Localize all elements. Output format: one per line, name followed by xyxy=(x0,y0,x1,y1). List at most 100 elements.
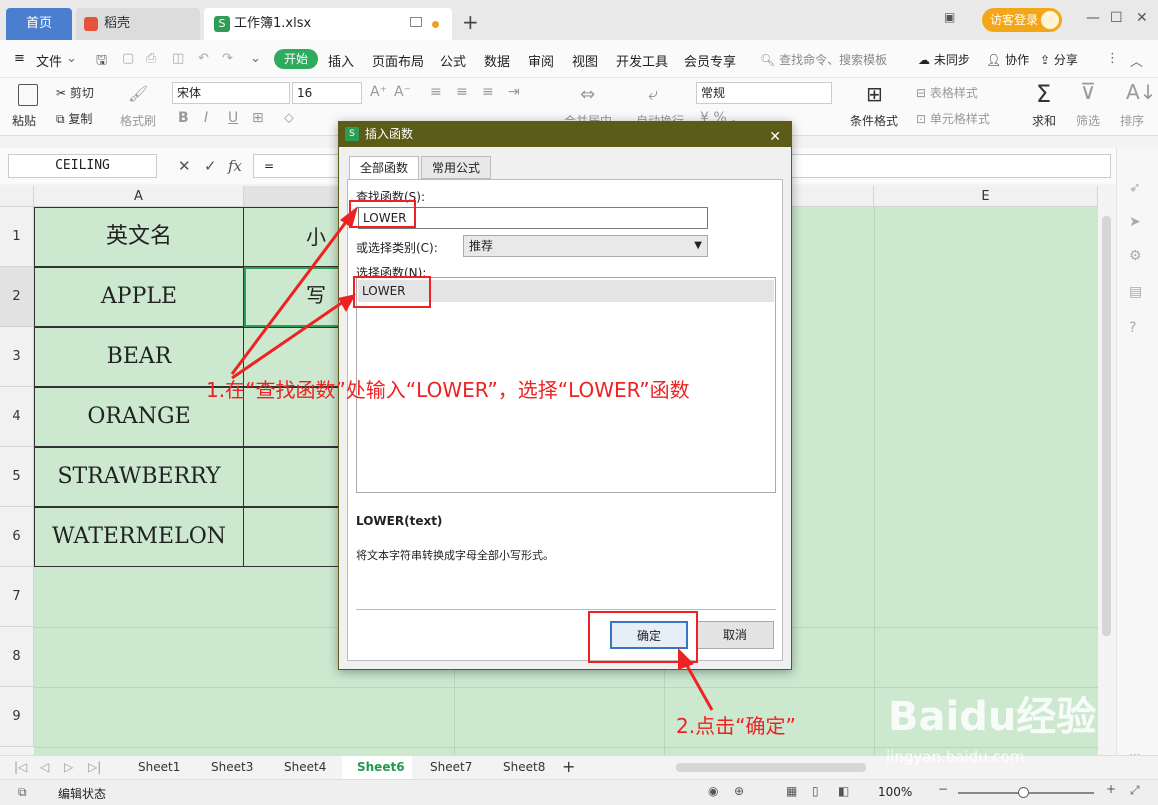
row-header-4[interactable]: 4 xyxy=(0,387,34,447)
menu-data[interactable]: 数据 xyxy=(484,51,510,70)
collapse-ribbon-icon[interactable]: ︿ xyxy=(1130,51,1143,70)
menu-file[interactable]: 文件 xyxy=(36,51,62,70)
fx-icon[interactable]: fx xyxy=(228,157,242,175)
copy-button[interactable]: ⧉ 复制 xyxy=(56,110,92,127)
font-grow-icon[interactable]: A⁺ xyxy=(370,84,387,100)
row-header-9[interactable]: 9 xyxy=(0,687,34,747)
category-select[interactable]: 推荐 ▼ xyxy=(463,235,708,257)
more-chevron-icon[interactable]: ⌄ xyxy=(250,51,261,66)
zoom-level[interactable]: 100% xyxy=(878,785,912,799)
rocket-icon[interactable]: ➶ xyxy=(1129,180,1141,196)
cursor-icon[interactable]: ➤ xyxy=(1129,214,1141,230)
filter-icon[interactable]: ⊽ xyxy=(1080,80,1096,105)
auto-wrap-icon[interactable]: ⤶ xyxy=(648,84,658,105)
cond-format-button[interactable]: 条件格式 xyxy=(850,112,898,129)
tab-common-formulas[interactable]: 常用公式 xyxy=(421,156,492,179)
redo-icon[interactable]: ↷ xyxy=(222,51,233,66)
zoom-in-icon[interactable]: + xyxy=(1106,782,1116,796)
filter-button[interactable]: 筛选 xyxy=(1076,112,1100,129)
dialog-title-bar[interactable]: S 插入函数 ✕ xyxy=(339,122,791,147)
page-layout-view-icon[interactable]: ▯ xyxy=(812,784,819,798)
cut-button[interactable]: ✂ 剪切 xyxy=(56,84,94,101)
menu-review[interactable]: 审阅 xyxy=(528,51,554,70)
tab-daoke[interactable]: 稻壳 xyxy=(76,8,200,40)
border-icon[interactable]: ⊞ xyxy=(252,110,264,126)
layout-icon[interactable]: ▤ xyxy=(1129,284,1142,300)
macro-record-icon[interactable]: ⧉ xyxy=(18,785,27,800)
sum-button[interactable]: 求和 xyxy=(1032,112,1056,129)
menu-insert[interactable]: 插入 xyxy=(328,51,354,70)
bold-icon[interactable]: B xyxy=(178,110,189,126)
tab-all-functions[interactable]: 全部函数 xyxy=(349,156,420,180)
cancel-formula-icon[interactable]: ✕ xyxy=(178,157,191,175)
chevron-down-icon[interactable]: ⌄ xyxy=(66,51,77,66)
select-all-corner[interactable] xyxy=(0,186,34,207)
align-middle-icon[interactable]: ≡ xyxy=(456,84,468,100)
align-bottom-icon[interactable]: ≡ xyxy=(482,84,494,100)
settings-slider-icon[interactable]: ⚙ xyxy=(1129,248,1142,264)
cell-b5[interactable] xyxy=(244,447,340,507)
font-shrink-icon[interactable]: A⁻ xyxy=(394,84,411,100)
menu-view[interactable]: 视图 xyxy=(572,51,598,70)
indent-icon[interactable]: ⇥ xyxy=(508,84,520,100)
number-format-select[interactable]: 常规 xyxy=(696,82,832,104)
menu-start[interactable]: 开始 xyxy=(274,49,318,69)
share-button[interactable]: ⇪ 分享 xyxy=(1040,51,1078,68)
row-header-3[interactable]: 3 xyxy=(0,327,34,387)
print-preview-icon[interactable]: ◫ xyxy=(172,51,184,66)
window-layout-icon[interactable]: ▣ xyxy=(944,10,955,24)
prev-sheet-icon[interactable]: ◁ xyxy=(40,760,49,774)
help-icon[interactable]: ? xyxy=(1129,320,1136,336)
row-header-6[interactable]: 6 xyxy=(0,507,34,567)
close-icon[interactable]: ✕ xyxy=(1136,10,1148,26)
dialog-close-icon[interactable]: ✕ xyxy=(769,125,781,150)
hamburger-icon[interactable]: ≡ xyxy=(14,51,25,66)
visitor-login-button[interactable]: 访客登录 xyxy=(982,8,1062,32)
menu-developer[interactable]: 开发工具 xyxy=(616,51,668,70)
page-break-view-icon[interactable]: ◧ xyxy=(838,784,849,798)
cancel-button[interactable]: 取消 xyxy=(696,621,774,649)
sheet-tab-1[interactable]: Sheet1 xyxy=(138,760,180,774)
fill-color-icon[interactable]: ⬦ xyxy=(284,110,294,126)
font-size-select[interactable]: 16 xyxy=(292,82,362,104)
cell-a6[interactable]: WATERMELON xyxy=(34,507,244,567)
underline-icon[interactable]: U xyxy=(228,110,238,126)
align-top-icon[interactable]: ≡ xyxy=(430,84,442,100)
menu-member[interactable]: 会员专享 xyxy=(684,51,736,70)
row-header-2[interactable]: 2 xyxy=(0,267,34,327)
add-sheet-icon[interactable]: + xyxy=(562,757,575,776)
command-search[interactable]: 🔍︎ 查找命令、搜索模板 xyxy=(760,51,887,68)
sort-button[interactable]: 排序 xyxy=(1120,112,1144,129)
zoom-slider-handle[interactable] xyxy=(1018,787,1029,798)
row-header-1[interactable]: 1 xyxy=(0,207,34,267)
paste-icon[interactable] xyxy=(18,84,38,106)
cell-a2[interactable]: APPLE xyxy=(34,267,244,327)
sheet-tab-3[interactable]: Sheet3 xyxy=(211,760,253,774)
horizontal-scroll-thumb[interactable] xyxy=(676,763,866,772)
maximize-icon[interactable]: ☐ xyxy=(1110,10,1123,26)
table-style-button[interactable]: ⊟ 表格样式 xyxy=(916,84,978,101)
fullscreen-icon[interactable]: ⤢ xyxy=(1130,783,1140,798)
sum-icon[interactable]: Σ xyxy=(1036,80,1051,108)
merge-center-icon[interactable]: ⇔ xyxy=(580,84,595,105)
tab-workbook[interactable]: S 工作簿1.xlsx xyxy=(204,8,452,40)
collab-button[interactable]: 👤︎ 协作 xyxy=(986,51,1029,68)
format-painter-icon[interactable]: 🖌︎ xyxy=(128,84,148,103)
cell-b1[interactable]: 小写 xyxy=(244,207,340,307)
cell-b6[interactable] xyxy=(244,507,340,567)
vertical-scrollbar[interactable] xyxy=(1098,186,1116,755)
undo-icon[interactable]: ↶ xyxy=(198,51,209,66)
monitor-icon[interactable] xyxy=(410,17,422,27)
normal-view-icon[interactable]: ▦ xyxy=(786,784,797,798)
paste-button[interactable]: 粘贴 xyxy=(12,112,36,129)
eye-protect-icon[interactable]: ◉ xyxy=(708,784,718,798)
sheet-tab-8[interactable]: Sheet8 xyxy=(503,760,545,774)
last-sheet-icon[interactable]: ▷| xyxy=(88,760,101,774)
col-header-e[interactable]: E xyxy=(874,186,1098,207)
name-box[interactable]: CEILING xyxy=(8,154,157,178)
more-icon[interactable]: ⋮ xyxy=(1106,51,1119,66)
cell-a5[interactable]: STRAWBERRY xyxy=(34,447,244,507)
cond-format-icon[interactable]: ⊞ xyxy=(866,82,883,106)
sheet-tab-6[interactable]: Sheet6 xyxy=(357,760,405,774)
save-icon[interactable]: 🖫 xyxy=(96,51,107,73)
